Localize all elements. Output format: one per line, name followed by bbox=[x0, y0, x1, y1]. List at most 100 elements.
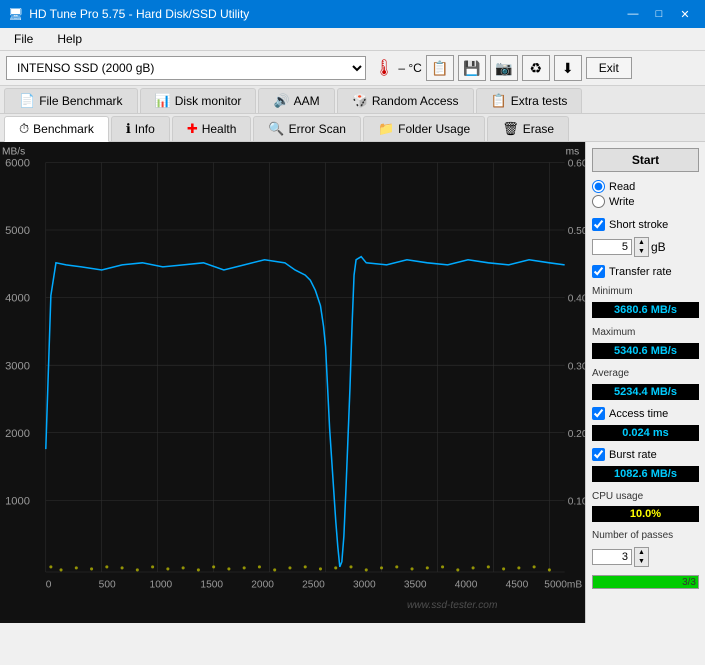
burst-rate-value: 1082.6 MB/s bbox=[592, 466, 699, 482]
file-benchmark-icon: 📄 bbox=[19, 93, 35, 109]
svg-text:0.50: 0.50 bbox=[568, 226, 585, 237]
svg-text:www.ssd-tester.com: www.ssd-tester.com bbox=[407, 600, 498, 611]
short-stroke-unit: gB bbox=[651, 240, 666, 254]
burst-rate-checkbox[interactable] bbox=[592, 448, 605, 461]
svg-text:500: 500 bbox=[99, 579, 116, 590]
passes-input[interactable] bbox=[592, 549, 632, 565]
tab-aam[interactable]: 🔊 AAM bbox=[258, 88, 334, 113]
burst-rate-row: Burst rate bbox=[592, 448, 699, 461]
maximize-button[interactable]: □ bbox=[647, 5, 671, 23]
tabs-row1: 📄 File Benchmark 📊 Disk monitor 🔊 AAM 🎲 … bbox=[0, 86, 705, 114]
minimum-value: 3680.6 MB/s bbox=[592, 302, 699, 318]
tab-file-benchmark[interactable]: 📄 File Benchmark bbox=[4, 88, 138, 113]
svg-text:1500: 1500 bbox=[200, 579, 223, 590]
spin-down-icon[interactable]: ▼ bbox=[635, 247, 648, 256]
svg-text:2500: 2500 bbox=[302, 579, 325, 590]
tab-error-scan-label: Error Scan bbox=[289, 122, 346, 136]
svg-text:0: 0 bbox=[46, 579, 52, 590]
passes-spinner-row: ▲ ▼ bbox=[592, 547, 699, 567]
svg-text:ms: ms bbox=[566, 146, 580, 157]
title-bar: 🖥 HD Tune Pro 5.75 - Hard Disk/SSD Utili… bbox=[0, 0, 705, 28]
transfer-rate-checkbox[interactable] bbox=[592, 265, 605, 278]
temperature-display: – °C bbox=[398, 61, 421, 75]
passes-spin-up-icon[interactable]: ▲ bbox=[635, 548, 648, 557]
disk-btn[interactable]: 💾 bbox=[458, 55, 486, 81]
info-btn[interactable]: 📋 bbox=[426, 55, 454, 81]
write-radio[interactable] bbox=[592, 195, 605, 208]
access-time-checkbox[interactable] bbox=[592, 407, 605, 420]
maximum-label: Maximum bbox=[592, 327, 699, 338]
close-button[interactable]: ✕ bbox=[673, 5, 697, 23]
short-stroke-spinner[interactable]: ▲ ▼ bbox=[634, 237, 649, 257]
read-write-group: Read Write bbox=[592, 180, 699, 208]
read-label: Read bbox=[609, 181, 635, 193]
tab-erase-label: Erase bbox=[523, 122, 554, 136]
svg-text:3000: 3000 bbox=[353, 579, 376, 590]
svg-text:1000: 1000 bbox=[5, 495, 30, 507]
app-icon: 🖥 bbox=[8, 7, 23, 21]
start-button[interactable]: Start bbox=[592, 148, 699, 172]
toolbar: INTENSO SSD (2000 gB) 🌡 – °C 📋 💾 📷 ♻ ⬇ E… bbox=[0, 51, 705, 86]
menu-help[interactable]: Help bbox=[49, 30, 90, 48]
short-stroke-checkbox[interactable] bbox=[592, 218, 605, 231]
passes-spin-down-icon[interactable]: ▼ bbox=[635, 557, 648, 566]
read-radio[interactable] bbox=[592, 180, 605, 193]
tab-random-access-label: Random Access bbox=[372, 94, 459, 108]
main-area: 6000 5000 4000 3000 2000 1000 MB/s 0.60 … bbox=[0, 142, 705, 623]
svg-text:0.10: 0.10 bbox=[568, 496, 585, 507]
tab-extra-tests[interactable]: 📋 Extra tests bbox=[476, 88, 583, 113]
svg-text:6000: 6000 bbox=[5, 158, 30, 170]
short-stroke-row: Short stroke bbox=[592, 218, 699, 231]
health-icon: ✚ bbox=[187, 121, 198, 137]
transfer-rate-label: Transfer rate bbox=[609, 266, 672, 278]
exit-button[interactable]: Exit bbox=[586, 57, 632, 79]
minimize-button[interactable]: — bbox=[621, 5, 645, 23]
tab-benchmark-label: Benchmark bbox=[33, 122, 94, 136]
access-time-label: Access time bbox=[609, 408, 668, 420]
tab-disk-monitor[interactable]: 📊 Disk monitor bbox=[140, 88, 257, 113]
tab-aam-label: AAM bbox=[294, 94, 320, 108]
progress-bar: 3/3 bbox=[592, 575, 699, 589]
erase-icon: 🗑 bbox=[502, 121, 519, 137]
tab-disk-monitor-label: Disk monitor bbox=[175, 94, 242, 108]
tab-file-benchmark-label: File Benchmark bbox=[39, 94, 122, 108]
tab-benchmark[interactable]: ⏱ Benchmark bbox=[4, 116, 109, 142]
menu-file[interactable]: File bbox=[6, 30, 41, 48]
svg-text:2000: 2000 bbox=[5, 428, 30, 440]
svg-text:4500: 4500 bbox=[506, 579, 529, 590]
svg-text:0.60: 0.60 bbox=[568, 159, 585, 170]
svg-text:5000: 5000 bbox=[5, 225, 30, 237]
temperature-icon: 🌡 bbox=[374, 58, 394, 78]
random-access-icon: 🎲 bbox=[352, 93, 368, 109]
tab-random-access[interactable]: 🎲 Random Access bbox=[337, 88, 474, 113]
transfer-rate-row: Transfer rate bbox=[592, 265, 699, 278]
tab-folder-usage[interactable]: 📁 Folder Usage bbox=[363, 116, 485, 141]
svg-text:0.30: 0.30 bbox=[568, 361, 585, 372]
read-radio-label[interactable]: Read bbox=[592, 180, 699, 193]
progress-text: 3/3 bbox=[682, 576, 696, 589]
folder-usage-icon: 📁 bbox=[378, 121, 394, 137]
camera-btn[interactable]: 📷 bbox=[490, 55, 518, 81]
chart-area: 6000 5000 4000 3000 2000 1000 MB/s 0.60 … bbox=[0, 142, 585, 623]
tab-health[interactable]: ✚ Health bbox=[172, 116, 252, 141]
chart-svg: 6000 5000 4000 3000 2000 1000 MB/s 0.60 … bbox=[0, 142, 585, 623]
passes-spinner[interactable]: ▲ ▼ bbox=[634, 547, 649, 567]
short-stroke-input[interactable] bbox=[592, 239, 632, 255]
disk-selector[interactable]: INTENSO SSD (2000 gB) bbox=[6, 56, 366, 80]
tab-erase[interactable]: 🗑 Erase bbox=[487, 116, 569, 141]
extra-tests-icon: 📋 bbox=[491, 93, 507, 109]
svg-text:2000: 2000 bbox=[251, 579, 274, 590]
refresh-btn[interactable]: ♻ bbox=[522, 55, 550, 81]
spin-up-icon[interactable]: ▲ bbox=[635, 238, 648, 247]
download-btn[interactable]: ⬇ bbox=[554, 55, 582, 81]
sidebar: Start Read Write Short stroke ▲ ▼ gB bbox=[585, 142, 705, 623]
short-stroke-label: Short stroke bbox=[609, 219, 668, 231]
svg-text:3500: 3500 bbox=[404, 579, 427, 590]
cpu-usage-value: 10.0% bbox=[592, 506, 699, 522]
write-radio-label[interactable]: Write bbox=[592, 195, 699, 208]
menu-bar: File Help bbox=[0, 28, 705, 51]
write-label: Write bbox=[609, 196, 634, 208]
tab-info[interactable]: ℹ Info bbox=[111, 116, 170, 141]
info-icon: ℹ bbox=[126, 121, 131, 137]
tab-error-scan[interactable]: 🔍 Error Scan bbox=[253, 116, 361, 141]
